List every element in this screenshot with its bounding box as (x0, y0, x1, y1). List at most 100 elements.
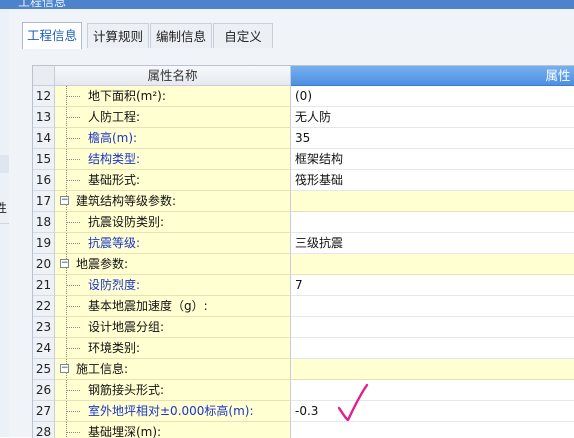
property-label: 基础形式: (88, 173, 141, 187)
property-row[interactable]: 26 钢筋接头形式: (33, 380, 574, 401)
tree-branch (66, 390, 80, 391)
tab-4[interactable]: 自定义 (213, 23, 273, 48)
property-row[interactable]: 24 环境类别: (33, 338, 574, 359)
property-label: 抗震等级: (88, 236, 141, 250)
property-row[interactable]: 19 抗震等级: 三级抗震 (33, 233, 574, 254)
row-number: 22 (33, 296, 55, 317)
property-label: 设计地震分组: (88, 320, 165, 334)
row-number: 26 (33, 380, 55, 401)
header-property-name[interactable]: 属性名称 (55, 66, 291, 86)
group-row[interactable]: 25− 施工信息: (33, 359, 574, 380)
property-label: 檐高(m): (88, 131, 138, 145)
property-label: 设防烈度: (88, 278, 141, 292)
property-label: 钢筋接头形式: (88, 383, 165, 397)
property-label: 基本地震加速度（g）: (88, 299, 208, 313)
property-name-cell[interactable]: 檐高(m): (55, 128, 291, 149)
tab-3[interactable]: 编制信息 (150, 23, 212, 48)
property-value-cell[interactable] (291, 212, 574, 233)
property-value-cell[interactable] (291, 191, 574, 212)
property-value-cell[interactable]: 三级抗震 (291, 233, 574, 254)
property-value-cell[interactable] (291, 422, 574, 438)
property-name-cell[interactable]: 设防烈度: (55, 275, 291, 296)
row-number: 20 (33, 254, 55, 275)
property-row[interactable]: 13 人防工程: 无人防 (33, 107, 574, 128)
row-number: 12 (33, 86, 55, 107)
property-value-cell[interactable]: 框架结构 (291, 149, 574, 170)
tree-branch (66, 348, 80, 349)
property-name-cell[interactable]: 基础形式: (55, 170, 291, 191)
row-number: 25 (33, 359, 55, 380)
property-name-cell[interactable]: 环境类别: (55, 338, 291, 359)
property-label: 施工信息: (76, 362, 129, 376)
tab-1[interactable]: 工程信息 (22, 22, 82, 49)
property-value-cell[interactable]: 7 (291, 275, 574, 296)
tree-branch (66, 306, 80, 307)
property-value-cell[interactable] (291, 338, 574, 359)
property-value-cell[interactable]: 筏形基础 (291, 170, 574, 191)
property-row[interactable]: 23 设计地震分组: (33, 317, 574, 338)
header-property-value[interactable]: 属性值 (291, 66, 574, 102)
property-row[interactable]: 15 结构类型: 框架结构 (33, 149, 574, 170)
property-value-cell[interactable] (291, 359, 574, 380)
property-name-cell[interactable]: − 建筑结构等级参数: (55, 191, 291, 212)
property-label: 结构类型: (88, 152, 141, 166)
property-name-cell[interactable]: − 地震参数: (55, 254, 291, 275)
tree-branch (66, 159, 80, 160)
property-value-cell[interactable] (291, 317, 574, 338)
property-row[interactable]: 14 檐高(m): 35 (33, 128, 574, 149)
row-number: 16 (33, 170, 55, 191)
tree-branch (66, 138, 80, 139)
property-name-cell[interactable]: 结构类型: (55, 149, 291, 170)
property-label: 抗震设防类别: (88, 215, 165, 229)
property-value-cell[interactable]: 35 (291, 128, 574, 149)
property-value-cell[interactable] (291, 380, 574, 401)
grid-header: 属性名称 属性值 (33, 66, 574, 102)
background-window-strip: 性 (0, 9, 9, 437)
row-number: 21 (33, 275, 55, 296)
tree-branch (66, 285, 80, 286)
row-number: 19 (33, 233, 55, 254)
tree-branch (66, 180, 80, 181)
property-name-cell[interactable]: 基本地震加速度（g）: (55, 296, 291, 317)
property-row[interactable]: 18 抗震设防类别: (33, 212, 574, 233)
collapse-toggle-icon[interactable]: − (60, 259, 69, 268)
property-row[interactable]: 27 室外地坪相对±0.000标高(m): -0.3 (33, 401, 574, 422)
property-row[interactable]: 16 基础形式: 筏形基础 (33, 170, 574, 191)
property-value-cell[interactable]: 无人防 (291, 107, 574, 128)
property-name-cell[interactable]: 人防工程: (55, 107, 291, 128)
tab-2[interactable]: 计算规则 (87, 23, 149, 48)
property-row[interactable]: 28 基础埋深(m): (33, 422, 574, 438)
handwritten-check-mark (337, 383, 369, 422)
background-divider (0, 223, 9, 224)
tree-line (66, 373, 67, 379)
tree-branch (66, 96, 80, 97)
tree-line (66, 268, 67, 274)
property-row[interactable]: 22 基本地震加速度（g）: (33, 296, 574, 317)
property-name-cell[interactable]: 基础埋深(m): (55, 422, 291, 438)
property-grid: 属性名称 属性值 12 地下面积(m²): (0) 13 人防工程: 无人防 14 檐高(m)… (32, 65, 574, 438)
property-name-cell[interactable]: 室外地坪相对±0.000标高(m): (55, 401, 291, 422)
collapse-toggle-icon[interactable]: − (60, 364, 69, 373)
window-title: 工程信息 (18, 0, 67, 9)
property-name-cell[interactable]: 钢筋接头形式: (55, 380, 291, 401)
property-name-cell[interactable]: 抗震等级: (55, 233, 291, 254)
property-row[interactable]: 12 地下面积(m²): (0) (33, 86, 574, 107)
property-value-cell[interactable]: -0.3 (291, 401, 574, 422)
property-name-cell[interactable]: 设计地震分组: (55, 317, 291, 338)
property-value-cell[interactable]: (0) (291, 86, 574, 107)
tree-line (66, 205, 67, 211)
collapse-toggle-icon[interactable]: − (60, 196, 69, 205)
group-row[interactable]: 17− 建筑结构等级参数: (33, 191, 574, 212)
property-value-cell[interactable] (291, 296, 574, 317)
group-row[interactable]: 20− 地震参数: (33, 254, 574, 275)
property-row[interactable]: 21 设防烈度: 7 (33, 275, 574, 296)
property-label: 环境类别: (88, 341, 141, 355)
property-label: 地震参数: (76, 257, 129, 271)
property-value-cell[interactable] (291, 254, 574, 275)
tree-branch (66, 432, 80, 433)
property-name-cell[interactable]: − 施工信息: (55, 359, 291, 380)
row-number: 15 (33, 149, 55, 170)
property-name-cell[interactable]: 抗震设防类别: (55, 212, 291, 233)
row-number: 23 (33, 317, 55, 338)
property-name-cell[interactable]: 地下面积(m²): (55, 86, 291, 107)
